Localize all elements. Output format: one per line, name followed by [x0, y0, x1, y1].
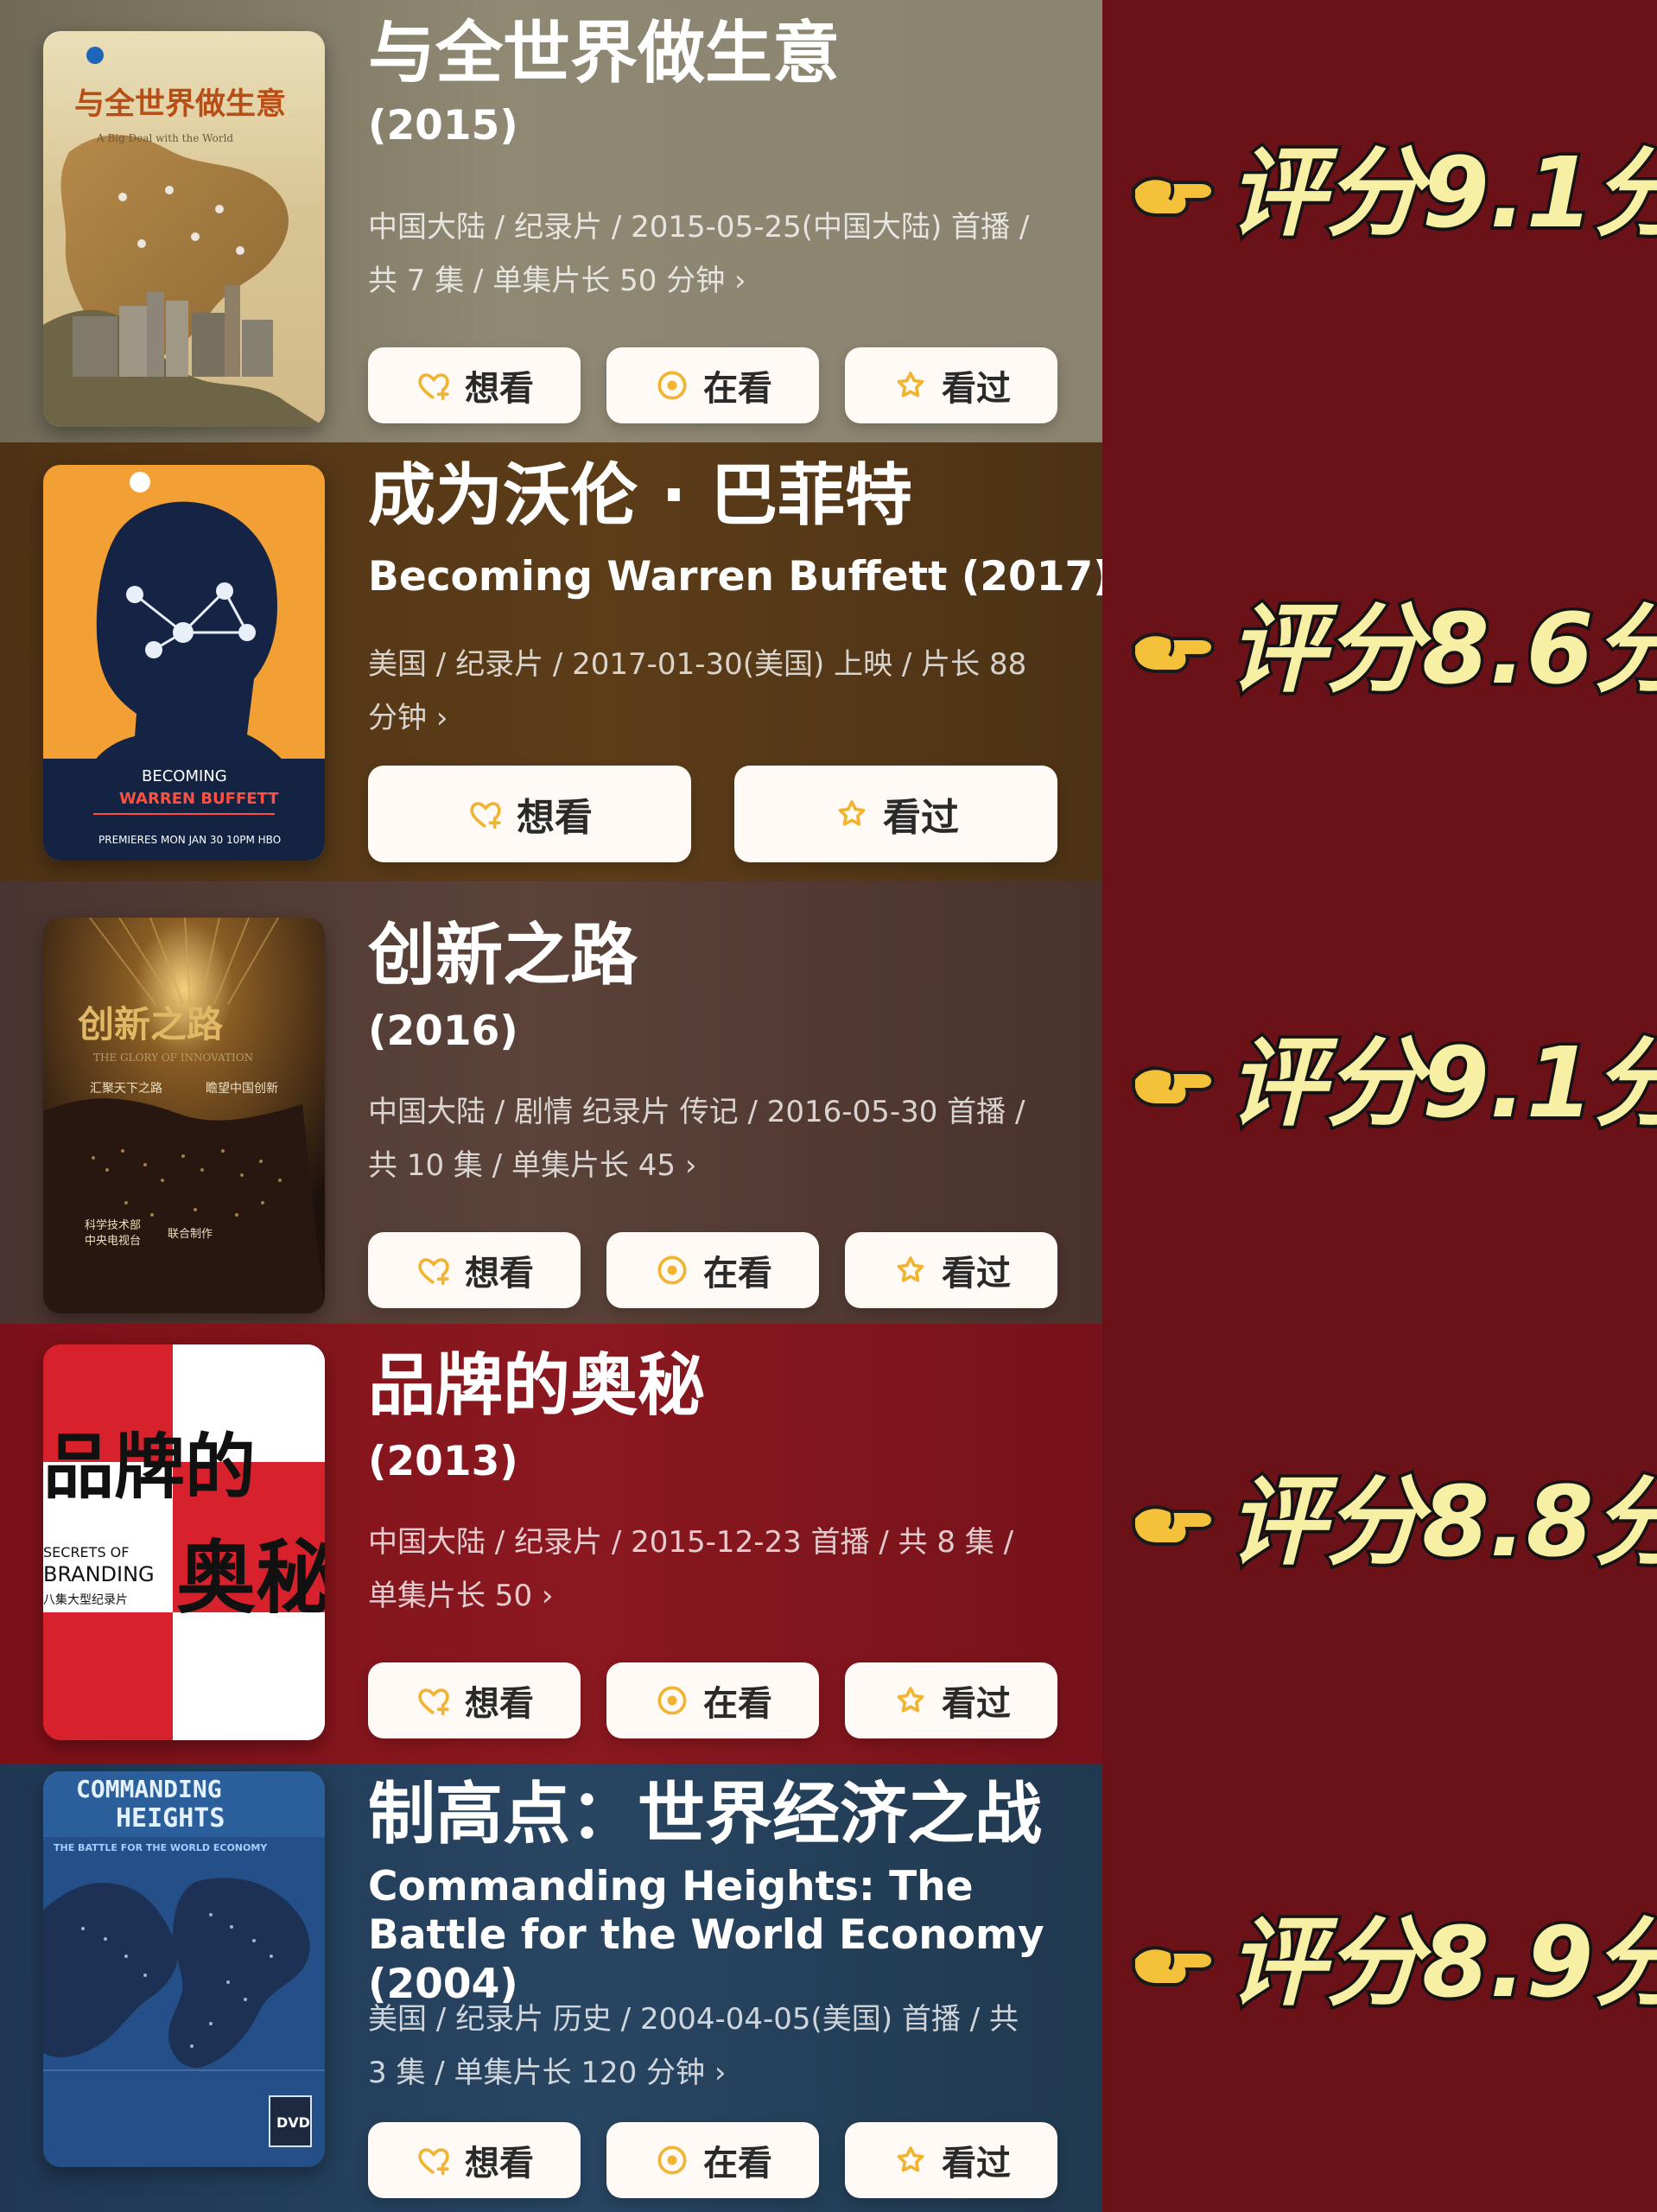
title-en: (2016): [368, 1007, 518, 1055]
pointing-hand-icon: [1132, 176, 1216, 217]
poster-small-line-2: BRANDING: [43, 1562, 155, 1586]
poster-top-line-1: COMMANDING: [76, 1775, 222, 1803]
want-button[interactable]: 想看: [368, 1232, 581, 1308]
title-en: (2013): [368, 1438, 518, 1485]
rating-badge: 评分8.8分: [1127, 1466, 1657, 1579]
circle-dot-icon: [657, 371, 687, 400]
title-cn: 与全世界做生意: [368, 15, 841, 92]
poster-top-line-2: HEIGHTS: [116, 1803, 225, 1834]
title-cn: 成为沃伦 · 巴菲特: [368, 457, 912, 535]
pointing-hand-icon: [1132, 1505, 1216, 1546]
rating-badge: 评分8.9分: [1127, 1907, 1657, 2019]
title-cn: 品牌的奥秘: [368, 1347, 706, 1425]
list-item[interactable]: COMMANDING HEIGHTS THE BATTLE FOR THE WO…: [0, 1764, 1102, 2212]
poster-main-line-2: 奥秘: [176, 1531, 325, 1624]
heart-plus-icon: [418, 1258, 449, 1286]
rating-score: 评分9.1分: [1225, 1027, 1657, 1140]
pointing-hand-icon: [1132, 1066, 1216, 1107]
title-en: (2015): [368, 102, 518, 149]
poster-bottom-left-line-1: 科学技术部: [85, 1218, 141, 1232]
rating-badge: 评分9.1分: [1127, 1027, 1657, 1140]
title-cn: 创新之路: [368, 917, 638, 995]
chevron-right-icon[interactable]: ›: [542, 1579, 554, 1613]
poster-subtitle: WARREN BUFFETT: [119, 790, 279, 808]
watching-button[interactable]: 在看: [606, 2122, 819, 2198]
meta-text: 中国大陆 / 纪录片 / 2015-12-23 首播 / 共 8 集 / 单集片…: [368, 1525, 1014, 1613]
rating-score: 评分8.8分: [1225, 1466, 1657, 1579]
poster-image: 与全世界做生意 A Big Deal with the World: [43, 31, 325, 427]
poster-footer: PREMIERES MON JAN 30 10PM HBO: [98, 834, 281, 846]
want-button[interactable]: 想看: [368, 347, 581, 423]
list-item[interactable]: 创新之路 THE GLORY OF INNOVATION 汇聚天下之路 瞻望中国…: [0, 881, 1102, 1324]
heart-plus-icon: [418, 373, 449, 401]
poster-title: BECOMING: [142, 767, 227, 785]
title-en: Commanding Heights: The Battle for the W…: [368, 1863, 1044, 2008]
meta-text: 中国大陆 / 剧情 纪录片 传记 / 2016-05-30 首播 / 共 10 …: [368, 1095, 1025, 1183]
rating-score: 评分8.9分: [1225, 1907, 1657, 2019]
circle-dot-icon: [657, 1686, 687, 1715]
watched-button[interactable]: 看过: [845, 347, 1057, 423]
meta-text: 美国 / 纪录片 / 2017-01-30(美国) 上映 / 片长 88 分钟 …: [368, 647, 1027, 735]
meta-text: 中国大陆 / 纪录片 / 2015-05-25(中国大陆) 首播 / 共 7 集…: [368, 210, 1030, 298]
poster-bottom-left-line-2: 中央电视台: [85, 1235, 141, 1248]
star-icon: [838, 800, 866, 826]
rating-badge: 评分9.1分: [1127, 137, 1657, 250]
title-en: Becoming Warren Buffett (2017): [368, 553, 1102, 601]
poster-title: 与全世界做生意: [74, 86, 286, 122]
heart-plus-icon: [470, 802, 501, 830]
poster-image: 创新之路 THE GLORY OF INNOVATION 汇聚天下之路 瞻望中国…: [43, 918, 325, 1313]
heart-plus-icon: [418, 2148, 449, 2176]
poster-title: 创新之路: [78, 1003, 224, 1046]
watched-button[interactable]: 看过: [845, 2122, 1057, 2198]
chevron-right-icon[interactable]: ›: [714, 2056, 727, 2090]
star-icon: [897, 372, 924, 397]
pointing-hand-icon: [1132, 632, 1216, 673]
poster-small-line-1: SECRETS OF: [43, 1544, 129, 1560]
watched-button[interactable]: 看过: [734, 766, 1057, 862]
rating-score: 评分8.6分: [1225, 594, 1657, 706]
watching-button[interactable]: 在看: [606, 347, 819, 423]
poster-bottom-right: 联合制作: [168, 1228, 213, 1241]
collection-page: 与全世界做生意 A Big Deal with the World 与全世界做生…: [0, 0, 1657, 2212]
poster-subtitle: A Big Deal with the World: [96, 132, 233, 144]
want-button[interactable]: 想看: [368, 1662, 581, 1738]
list-item[interactable]: 品牌的 奥秘 SECRETS OF BRANDING 八集大型纪录片 品牌的奥秘…: [0, 1324, 1102, 1764]
meta-text: 美国 / 纪录片 历史 / 2004-04-05(美国) 首播 / 共 3 集 …: [368, 2002, 1019, 2090]
chevron-right-icon[interactable]: ›: [685, 1148, 697, 1183]
poster-dvd-label: DVD: [276, 2114, 310, 2131]
pointing-hand-icon: [1132, 1946, 1216, 1986]
rating-score: 评分9.1分: [1225, 137, 1657, 250]
watching-button[interactable]: 在看: [606, 1232, 819, 1308]
poster-subtitle: THE GLORY OF INNOVATION: [93, 1052, 253, 1064]
watched-button[interactable]: 看过: [845, 1232, 1057, 1308]
list-item[interactable]: BECOMING WARREN BUFFETT PREMIERES MON JA…: [0, 442, 1102, 881]
list-item[interactable]: 与全世界做生意 A Big Deal with the World 与全世界做生…: [0, 0, 1102, 442]
title-cn: 制高点：世界经济之战: [368, 1776, 1043, 1853]
poster-right-text: 瞻望中国创新: [206, 1081, 278, 1096]
watching-button[interactable]: 在看: [606, 1662, 819, 1738]
poster-image: COMMANDING HEIGHTS THE BATTLE FOR THE WO…: [43, 1771, 325, 2167]
watched-button[interactable]: 看过: [845, 1662, 1057, 1738]
star-icon: [897, 1256, 924, 1282]
poster-image: 品牌的 奥秘 SECRETS OF BRANDING 八集大型纪录片: [43, 1344, 325, 1740]
poster-band: THE BATTLE FOR THE WORLD ECONOMY: [54, 1842, 268, 1853]
poster-left-text: 汇聚天下之路: [90, 1082, 162, 1096]
circle-dot-icon: [657, 1255, 687, 1285]
heart-plus-icon: [418, 1688, 449, 1716]
chevron-right-icon[interactable]: ›: [734, 264, 746, 298]
circle-dot-icon: [657, 2145, 687, 2175]
star-icon: [897, 2146, 924, 2172]
poster-main-line-1: 品牌的: [43, 1426, 256, 1509]
chevron-right-icon[interactable]: ›: [436, 701, 448, 735]
poster-image: BECOMING WARREN BUFFETT PREMIERES MON JA…: [43, 465, 325, 861]
rating-badge: 评分8.6分: [1127, 594, 1657, 706]
star-icon: [897, 1687, 924, 1713]
want-button[interactable]: 想看: [368, 766, 691, 862]
want-button[interactable]: 想看: [368, 2122, 581, 2198]
poster-small-line-3: 八集大型纪录片: [43, 1592, 128, 1607]
